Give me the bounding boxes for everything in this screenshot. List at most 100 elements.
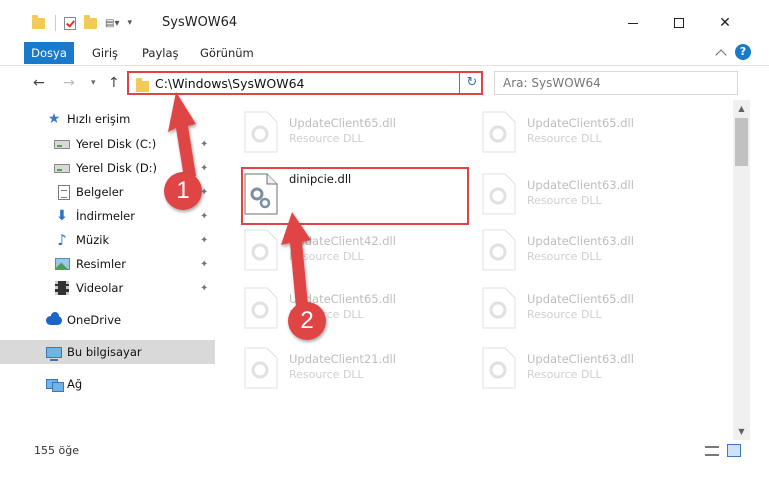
navigation-pane: ★ Hızlı erişim Yerel Disk (C:) ✦ Yerel D… (0, 100, 221, 440)
highlight-box (241, 167, 469, 225)
address-divider (459, 73, 460, 93)
step-1-badge: 1 (164, 172, 202, 210)
sidebar-item-label: İndirmeler (76, 209, 135, 223)
quick-access-toolbar: ▤▾ ▾ (32, 14, 140, 31)
tab-view[interactable]: Görünüm (192, 42, 262, 64)
file-name: UpdateClient65.dll (289, 116, 396, 130)
file-name: UpdateClient63.dll (527, 352, 634, 366)
sidebar-item-music[interactable]: ♪ Müzik ✦ (0, 228, 215, 252)
file-description: Resource DLL (527, 132, 602, 145)
sidebar-item-onedrive[interactable]: OneDrive (0, 308, 215, 332)
sidebar-item-label: Bu bilgisayar (67, 345, 142, 359)
pin-icon[interactable]: ✦ (200, 163, 208, 174)
music-icon: ♪ (57, 231, 67, 249)
search-placeholder[interactable]: Ara: SysWOW64 (503, 76, 601, 90)
refresh-icon[interactable]: ↻ (463, 74, 481, 92)
cloud-icon (46, 311, 62, 328)
tab-share[interactable]: Paylaş (134, 42, 187, 64)
sidebar-item-network[interactable]: Ağ (0, 372, 215, 396)
list-item[interactable]: UpdateClient63.dll Resource DLL (459, 166, 689, 222)
up-arrow-icon[interactable]: ↑ (108, 75, 120, 91)
list-item[interactable]: UpdateClient63.dll Resource DLL (459, 222, 689, 278)
list-item[interactable]: UpdateClient65.dll Resource DLL (221, 104, 451, 160)
recent-locations-icon[interactable]: ▾ (91, 78, 96, 88)
expand-ribbon-icon[interactable] (715, 48, 727, 61)
list-item[interactable]: UpdateClient65.dll Resource DLL (459, 104, 689, 160)
toolbar-divider (55, 15, 56, 31)
item-count: 155 öğe (34, 444, 79, 457)
forward-arrow-icon[interactable]: → (63, 75, 75, 91)
dll-file-icon (482, 287, 516, 329)
sidebar-item-this-pc[interactable]: Bu bilgisayar (0, 340, 215, 364)
vertical-scrollbar[interactable]: ▲ ▼ (733, 100, 750, 440)
sidebar-item-quick-access[interactable]: ★ Hızlı erişim (0, 107, 215, 131)
computer-icon (46, 344, 62, 361)
dll-file-icon (482, 229, 516, 271)
pin-icon[interactable]: ✦ (200, 259, 208, 270)
minimize-icon (628, 22, 638, 24)
details-view-icon[interactable] (705, 446, 719, 456)
close-button[interactable]: ✕ (702, 8, 748, 38)
file-list[interactable]: UpdateClient65.dll Resource DLL UpdateCl… (221, 100, 733, 440)
list-item[interactable]: UpdateClient63.dll Resource DLL (459, 340, 689, 396)
address-path[interactable]: C:\Windows\SysWOW64 (155, 75, 304, 93)
pin-icon[interactable]: ✦ (200, 211, 208, 222)
dll-file-icon (244, 347, 278, 389)
file-name: UpdateClient42.dll (289, 234, 396, 248)
minimize-button[interactable] (610, 8, 656, 38)
address-bar[interactable]: C:\Windows\SysWOW64 ↻ (127, 71, 483, 95)
video-icon (54, 280, 70, 296)
sidebar-item-label: Yerel Disk (D:) (76, 161, 158, 175)
tab-file[interactable]: Dosya (24, 42, 74, 64)
properties-icon[interactable] (64, 16, 76, 30)
file-name: UpdateClient63.dll (527, 178, 634, 192)
file-name: UpdateClient65.dll (527, 292, 634, 306)
window-bottom (0, 462, 769, 495)
dll-file-icon (244, 287, 278, 329)
list-item[interactable]: UpdateClient65.dll Resource DLL (221, 280, 451, 336)
file-name: UpdateClient65.dll (527, 116, 634, 130)
sidebar-item-label: Videolar (76, 281, 124, 295)
sidebar-item-local-disk-c[interactable]: Yerel Disk (C:) ✦ (0, 132, 215, 156)
list-item[interactable]: UpdateClient42.dll Resource DLL (221, 222, 451, 278)
file-description: Resource DLL (289, 368, 364, 381)
customize-toolbar-icon[interactable]: ▤▾ (105, 18, 119, 29)
download-icon: ⬇ (56, 208, 68, 224)
scroll-up-icon[interactable]: ▲ (733, 100, 750, 117)
list-item[interactable]: UpdateClient21.dll Resource DLL (221, 340, 451, 396)
step-2-badge: 2 (288, 302, 326, 340)
drive-icon (54, 160, 70, 176)
ribbon-tabs: Dosya Giriş Paylaş Görünüm ? (0, 38, 769, 66)
search-box[interactable]: Ara: SysWOW64 (494, 71, 738, 95)
tab-home[interactable]: Giriş (84, 42, 126, 64)
back-arrow-icon[interactable]: ← (33, 75, 45, 91)
maximize-button[interactable] (656, 8, 702, 38)
sidebar-item-pictures[interactable]: Resimler ✦ (0, 252, 215, 276)
network-icon (46, 376, 64, 392)
sidebar-item-label: Belgeler (76, 185, 124, 199)
drive-icon (54, 136, 70, 152)
sidebar-item-label: OneDrive (67, 313, 122, 327)
address-row: ← → ▾ ↑ C:\Windows\SysWOW64 ↻ Ara: SysWO… (0, 66, 769, 100)
dll-file-icon (482, 111, 516, 153)
title-bar: ▤▾ ▾ SysWOW64 ✕ (0, 0, 769, 38)
toolbar-dropdown-icon[interactable]: ▾ (127, 18, 132, 28)
pin-icon[interactable]: ✦ (200, 235, 208, 246)
sidebar-item-label: Müzik (76, 233, 110, 247)
sidebar-item-label: Yerel Disk (C:) (76, 137, 157, 151)
star-icon: ★ (47, 111, 61, 127)
dll-file-icon (482, 173, 516, 215)
sidebar-item-videos[interactable]: Videolar ✦ (0, 276, 215, 300)
pin-icon[interactable]: ✦ (200, 139, 208, 150)
folder-icon (32, 14, 45, 29)
large-icons-view-icon[interactable] (727, 444, 741, 457)
scroll-down-icon[interactable]: ▼ (733, 423, 750, 440)
pin-icon[interactable]: ✦ (200, 283, 208, 294)
file-description: Resource DLL (527, 194, 602, 207)
list-item[interactable]: UpdateClient65.dll Resource DLL (459, 280, 689, 336)
scroll-thumb[interactable] (735, 118, 748, 166)
maximize-icon (674, 18, 684, 28)
new-folder-icon[interactable] (84, 14, 97, 29)
help-icon[interactable]: ? (735, 44, 751, 60)
file-description: Resource DLL (527, 250, 602, 263)
